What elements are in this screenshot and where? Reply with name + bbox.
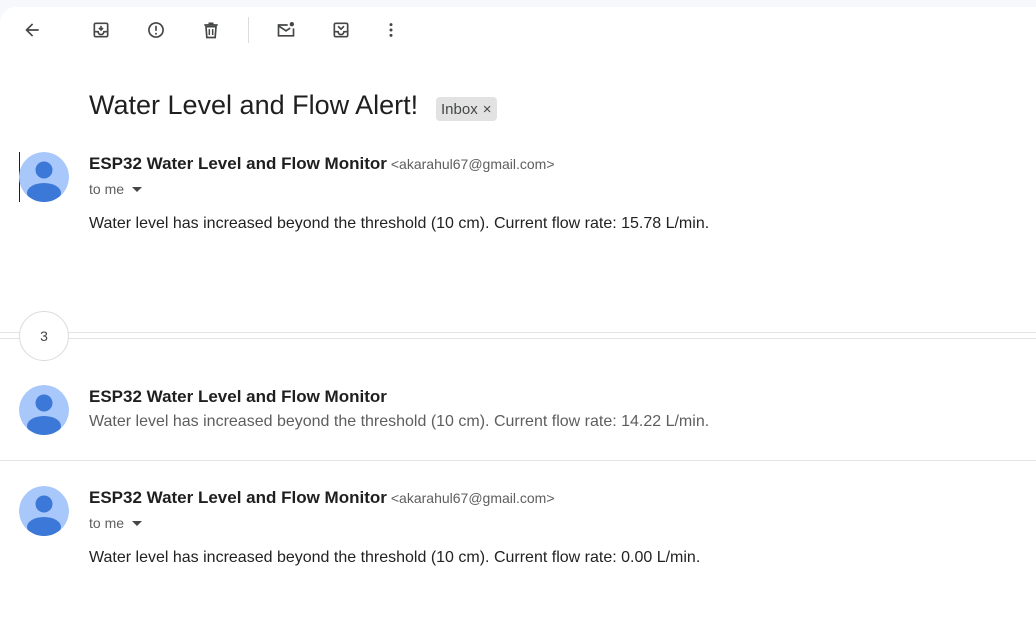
caret-down-icon: [132, 186, 143, 192]
sender-line: ESP32 Water Level and Flow Monitor <akara…: [89, 488, 555, 508]
sender-email: <akarahul67@gmail.com>: [390, 156, 555, 172]
avatar: [19, 486, 69, 536]
delete-icon: [204, 22, 218, 39]
toolbar-divider: [248, 17, 249, 43]
back-arrow-icon: [25, 23, 39, 37]
message-snippet[interactable]: Water level has increased beyond the thr…: [89, 413, 709, 431]
default-avatar-icon: [19, 152, 69, 202]
message-body: Water level has increased beyond the thr…: [89, 549, 701, 566]
more-options-button[interactable]: [371, 10, 411, 50]
thread-subject: Water Level and Flow Alert!: [89, 90, 419, 120]
caret-down-icon: [132, 520, 143, 526]
mark-unread-button[interactable]: [266, 10, 306, 50]
delete-button[interactable]: [191, 10, 231, 50]
inbox-label-chip[interactable]: Inbox ×: [436, 97, 498, 121]
recipients-label: to me: [89, 181, 125, 197]
message-divider: [0, 460, 1036, 461]
default-avatar-icon: [19, 385, 69, 435]
sender-email: <akarahul67@gmail.com>: [390, 490, 555, 506]
report-spam-icon: [148, 22, 164, 38]
recipients-toggle[interactable]: to me: [89, 515, 143, 531]
remove-label-icon[interactable]: ×: [483, 101, 492, 118]
default-avatar-icon: [19, 486, 69, 536]
sender-line: ESP32 Water Level and Flow Monitor <akara…: [89, 154, 555, 174]
collapsed-divider-bottom: [0, 338, 1036, 339]
move-to-button[interactable]: [321, 10, 361, 50]
archive-icon: [93, 22, 109, 38]
label-text: Inbox: [441, 100, 478, 118]
back-button[interactable]: [12, 10, 52, 50]
avatar: [19, 385, 69, 435]
sender-name[interactable]: ESP32 Water Level and Flow Monitor: [89, 488, 387, 507]
report-spam-button[interactable]: [136, 10, 176, 50]
move-to-icon: [333, 22, 349, 38]
collapsed-divider-top: [0, 332, 1036, 333]
more-vert-icon: [389, 23, 393, 37]
recipients-toggle[interactable]: to me: [89, 181, 143, 197]
archive-button[interactable]: [81, 10, 121, 50]
avatar: [19, 152, 69, 202]
recipients-label: to me: [89, 515, 125, 531]
mark-unread-icon: [277, 22, 295, 37]
collapsed-messages-count[interactable]: 3: [19, 311, 69, 361]
sender-name[interactable]: ESP32 Water Level and Flow Monitor: [89, 154, 387, 173]
sender-name[interactable]: ESP32 Water Level and Flow Monitor: [89, 387, 387, 407]
message-body: Water level has increased beyond the thr…: [89, 215, 710, 232]
